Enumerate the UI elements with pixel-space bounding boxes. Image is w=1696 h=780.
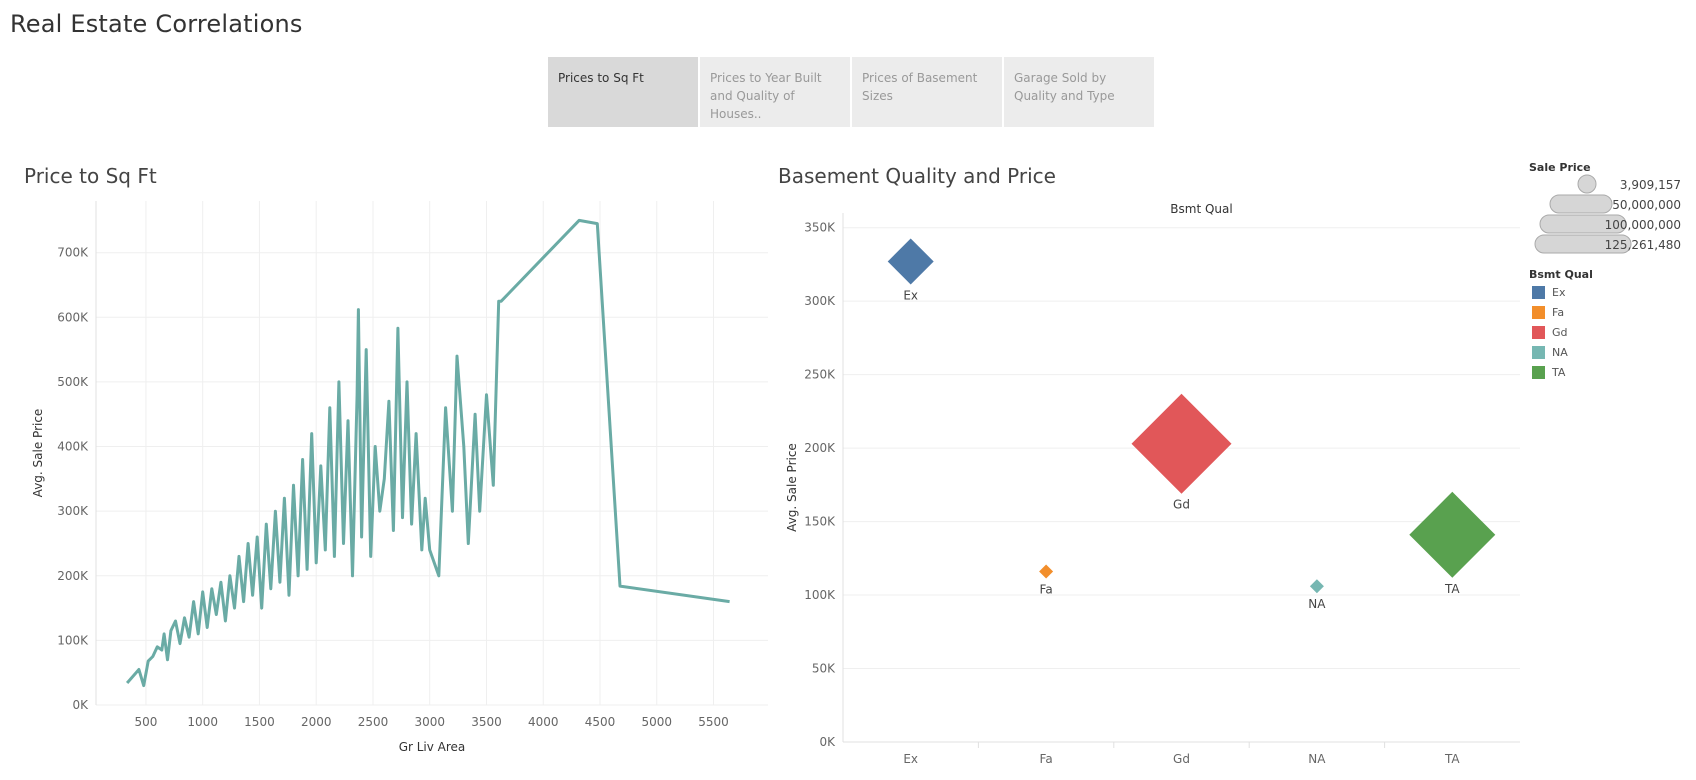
x-tick-label: 3500 [471,715,502,729]
x-tick-label: 1500 [244,715,275,729]
left-chart-title: Price to Sq Ft [24,164,157,188]
diamond-mark-fa [1039,564,1054,579]
right-chart-title: Basement Quality and Price [778,164,1056,188]
legend-item-na[interactable]: NA [1532,344,1568,360]
y-tick-label: 100K [57,633,89,647]
tab-prices-of-basement-sizes[interactable]: Prices of Basement Sizes [852,57,1002,127]
y-tick-label: 700K [57,246,89,260]
x-tick-label: 1000 [187,715,218,729]
size-legend-value: 50,000,000 [1612,198,1681,212]
x-tick-label: 500 [134,715,157,729]
legend-swatch [1532,325,1545,339]
legend-item-gd[interactable]: Gd [1532,324,1568,340]
diamond-mark-na [1309,579,1324,594]
size-legend-value: 125,261,480 [1604,238,1681,252]
y-tick-label: 0K [72,698,89,712]
legend-label: Ex [1552,285,1566,299]
color-legend-title: Bsmt Qual [1529,268,1593,281]
x-tick-label: 5500 [698,715,729,729]
price-sqft-chart[interactable]: 500 1000 1500 2000 2500 3000 3500 4000 4500 5000 5… [0,195,775,765]
y-tick-label: 250K [804,368,836,382]
legend-swatch [1532,345,1545,359]
legend-item-ex[interactable]: Ex [1532,284,1565,300]
size-legend-value: 3,909,157 [1619,178,1681,192]
y-tick-label: 300K [57,504,89,518]
y-tick-label: 50K [812,662,836,676]
mark-label: Ex [903,288,918,302]
x-tick-label: Fa [1040,752,1053,765]
y-tick-label: 200K [804,441,836,455]
y-tick-label: 350K [804,221,836,235]
y-tick-label: 600K [57,310,89,324]
tab-prices-to-year-built[interactable]: Prices to Year Built and Quality of Hous… [700,57,850,127]
x-tick-label: 4000 [528,715,559,729]
mark-label: Gd [1173,498,1190,512]
y-axis-title: Avg. Sale Price [31,409,45,498]
y-tick-label: 400K [57,440,89,454]
mark-label: NA [1308,597,1326,611]
x-tick-label: Gd [1173,752,1190,765]
legend-item-fa[interactable]: Fa [1532,304,1564,320]
y-tick-label: 150K [804,515,836,529]
diamond-mark-gd [1131,393,1232,494]
x-tick-label: 2500 [358,715,389,729]
y-tick-label: 300K [804,294,836,308]
legend-item-ta[interactable]: TA [1532,364,1565,380]
legend-label: Fa [1552,305,1565,319]
mark-label: Fa [1040,583,1053,597]
tab-garage-sold[interactable]: Garage Sold by Quality and Type [1004,57,1154,127]
y-tick-label: 500K [57,375,89,389]
y-tick-label: 0K [819,735,836,749]
y-axis-title: Avg. Sale Price [785,443,799,532]
y-tick-label: 200K [57,569,89,583]
mark-label: TA [1444,582,1460,596]
diamond-mark-ex [887,238,934,285]
legend-swatch [1532,365,1545,379]
size-legend-circle [1577,174,1597,194]
dashboard-title: Real Estate Correlations [10,10,303,38]
x-axis-title: Gr Liv Area [399,740,466,754]
column-header: Bsmt Qual [1170,202,1232,216]
diamond-mark-ta [1409,491,1496,578]
legend-label: NA [1552,345,1568,359]
size-legend-title: Sale Price [1529,161,1591,174]
size-legend-shape [1549,194,1613,214]
legend-label: TA [1552,365,1566,379]
tab-prices-to-sq-ft[interactable]: Prices to Sq Ft [548,57,698,127]
x-tick-label: 2000 [301,715,332,729]
size-legend-value: 100,000,000 [1604,218,1681,232]
x-tick-label: 3000 [414,715,445,729]
x-tick-label: 4500 [585,715,616,729]
x-tick-label: TA [1444,752,1460,765]
y-tick-label: 100K [804,588,836,602]
price-line-series [125,218,730,688]
legend-swatch [1532,285,1545,299]
x-tick-label: NA [1308,752,1326,765]
legend-swatch [1532,305,1545,319]
x-tick-label: 5000 [641,715,672,729]
x-tick-label: Ex [903,752,918,765]
basement-quality-chart[interactable]: Bsmt Qual 0K 50K 100K 150K 200K 250K 300K 350K Ex… [775,195,1530,765]
legend-label: Gd [1552,325,1568,339]
story-tabs: Prices to Sq Ft Prices to Year Built and… [548,57,1154,127]
